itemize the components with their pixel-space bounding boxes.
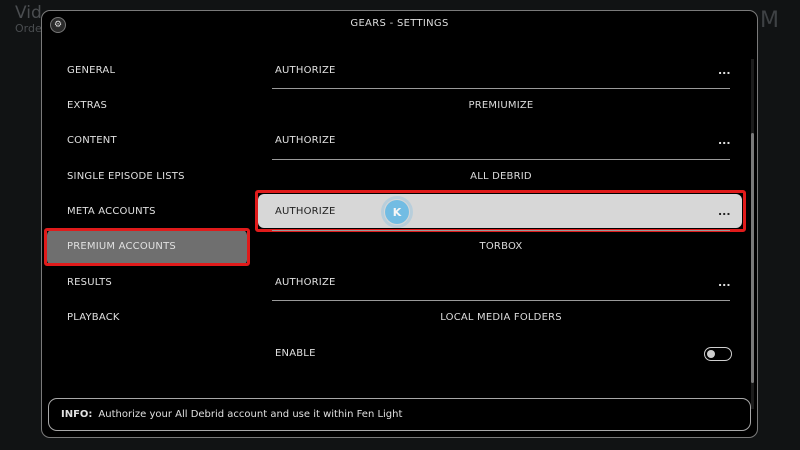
nav-item-general[interactable]: GENERAL (67, 65, 115, 76)
section-premiumize: PREMIUMIZE (468, 100, 534, 111)
setting-value: ... (718, 276, 731, 289)
section-torbox: TORBOX (479, 241, 523, 252)
section-all-debrid: ALL DEBRID (470, 171, 532, 182)
background-subtitle: Orde (15, 22, 42, 35)
enable-toggle[interactable] (704, 347, 732, 361)
nav-item-playback[interactable]: PLAYBACK (67, 312, 120, 323)
scrollbar-thumb[interactable] (751, 133, 754, 383)
nav-item-results[interactable]: RESULTS (67, 277, 112, 288)
settings-dialog: ⚙ GEARS - SETTINGS GENERAL EXTRAS CONTEN… (41, 10, 758, 438)
nav-item-content[interactable]: CONTENT (67, 135, 117, 146)
kodi-watermark-icon: K (381, 196, 413, 228)
setting-value: ... (718, 64, 731, 77)
setting-row-authorize[interactable]: AUTHORIZE (275, 65, 336, 76)
info-label: INFO: (61, 409, 93, 420)
background-right-text: M (760, 8, 779, 33)
background-title: Vid (15, 3, 42, 23)
dialog-title: GEARS - SETTINGS (350, 18, 449, 29)
info-text: Authorize your All Debrid account and us… (98, 409, 403, 420)
divider (272, 300, 730, 301)
divider (272, 88, 730, 89)
divider (272, 159, 730, 160)
setting-row-enable[interactable]: ENABLE (275, 348, 316, 359)
setting-row-authorize-all-debrid[interactable]: AUTHORIZE (275, 206, 336, 217)
nav-item-meta-accounts[interactable]: META ACCOUNTS (67, 206, 156, 217)
nav-item-extras[interactable]: EXTRAS (67, 100, 107, 111)
setting-row-authorize-premiumize[interactable]: AUTHORIZE (275, 135, 336, 146)
setting-value: ... (718, 205, 731, 218)
divider (272, 230, 730, 231)
nav-item-single-episode-lists[interactable]: SINGLE EPISODE LISTS (67, 171, 185, 182)
setting-row-authorize-torbox[interactable]: AUTHORIZE (275, 277, 336, 288)
setting-value: ... (718, 134, 731, 147)
info-bar: INFO: Authorize your All Debrid account … (48, 398, 751, 431)
section-local-media-folders: LOCAL MEDIA FOLDERS (440, 312, 562, 323)
nav-item-premium-accounts[interactable]: PREMIUM ACCOUNTS (67, 241, 176, 252)
